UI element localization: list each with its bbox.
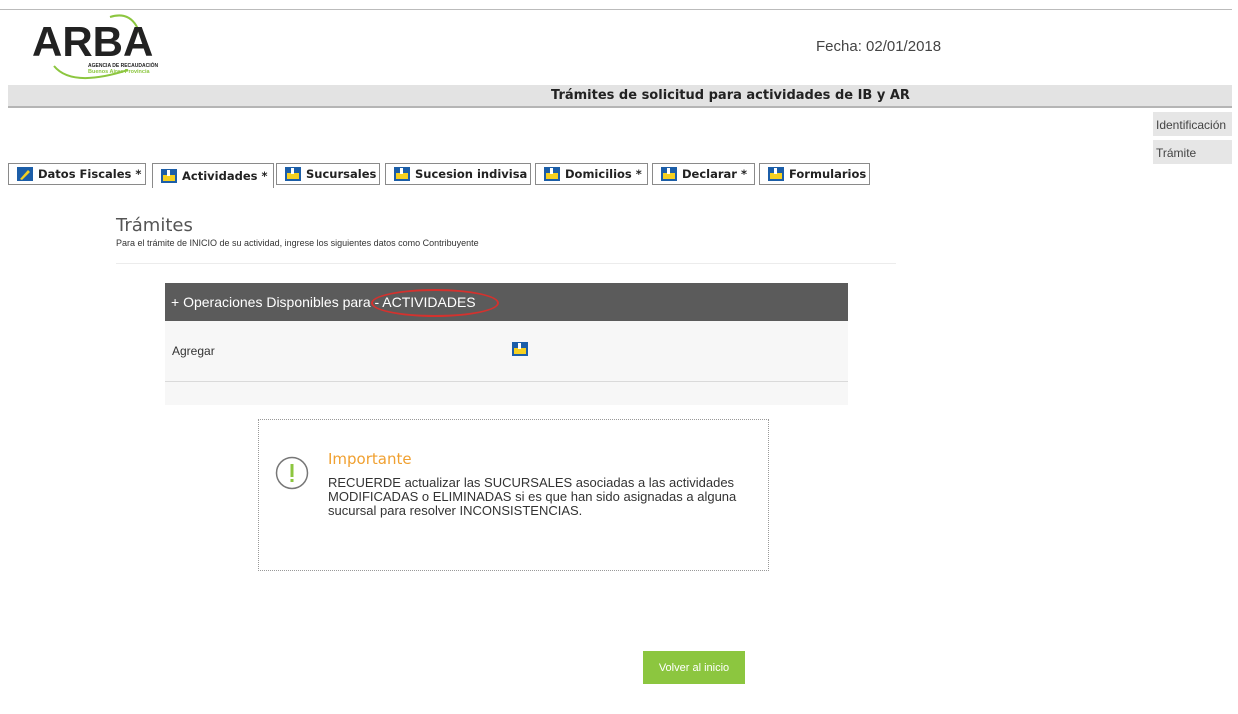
svg-text:Buenos Aires Provincia: Buenos Aires Provincia	[88, 69, 150, 75]
tab-label: Sucursales	[306, 167, 377, 181]
tab-actividades[interactable]: Actividades *	[152, 163, 274, 188]
folder-add-icon	[394, 167, 410, 181]
exclamation-icon	[275, 456, 309, 490]
tab-formularios[interactable]: Formularios	[759, 163, 870, 185]
add-icon[interactable]	[512, 342, 528, 356]
top-divider	[0, 9, 1232, 10]
tab-sucesion-indivisa[interactable]: Sucesion indivisa	[385, 163, 531, 185]
tab-sucursales[interactable]: Sucursales	[276, 163, 380, 185]
folder-add-icon	[285, 167, 301, 181]
volver-inicio-button[interactable]: Volver al inicio	[643, 651, 745, 684]
tab-label: Actividades *	[182, 169, 268, 183]
section-title: Trámites	[116, 215, 193, 236]
arba-logo: ARBA AGENCIA DE RECAUDACIÓN Buenos Aires…	[32, 12, 182, 82]
svg-text:AGENCIA DE RECAUDACIÓN: AGENCIA DE RECAUDACIÓN	[88, 61, 158, 69]
tab-domicilios[interactable]: Domicilios *	[535, 163, 648, 185]
side-link-tramite[interactable]: Trámite	[1153, 140, 1232, 164]
operations-footer	[165, 382, 848, 405]
operations-header: + Operaciones Disponibles para - ACTIVID…	[165, 283, 848, 321]
page-title: Trámites de solicitud para actividades d…	[551, 88, 910, 103]
page-title-bar: Trámites de solicitud para actividades d…	[8, 85, 1232, 108]
tab-label: Domicilios *	[565, 167, 642, 181]
edit-icon	[17, 167, 33, 181]
operation-label: Agregar	[172, 344, 215, 358]
fecha-label: Fecha: 02/01/2018	[816, 38, 942, 55]
section-subtitle: Para el trámite de INICIO de su activida…	[116, 238, 479, 248]
tab-datos-fiscales[interactable]: Datos Fiscales *	[8, 163, 146, 185]
tab-label: Datos Fiscales *	[38, 167, 142, 181]
folder-add-icon	[544, 167, 560, 181]
notice-body: RECUERDE actualizar las SUCURSALES asoci…	[328, 475, 737, 518]
highlight-ellipse	[371, 289, 499, 317]
folder-add-icon	[661, 167, 677, 181]
svg-text:ARBA: ARBA	[32, 18, 153, 65]
tab-declarar[interactable]: Declarar *	[652, 163, 755, 185]
tab-label: Declarar *	[682, 167, 747, 181]
folder-add-icon	[768, 167, 784, 181]
side-link-identificacion[interactable]: Identificación	[1153, 112, 1232, 136]
important-notice: Importante RECUERDE actualizar las SUCUR…	[258, 419, 769, 571]
notice-title: Importante	[328, 450, 412, 468]
tab-label: Formularios	[789, 167, 867, 181]
operation-row-agregar: Agregar	[165, 321, 848, 382]
tab-label: Sucesion indivisa	[415, 167, 528, 181]
section-divider	[116, 263, 896, 264]
folder-add-icon	[161, 169, 177, 183]
